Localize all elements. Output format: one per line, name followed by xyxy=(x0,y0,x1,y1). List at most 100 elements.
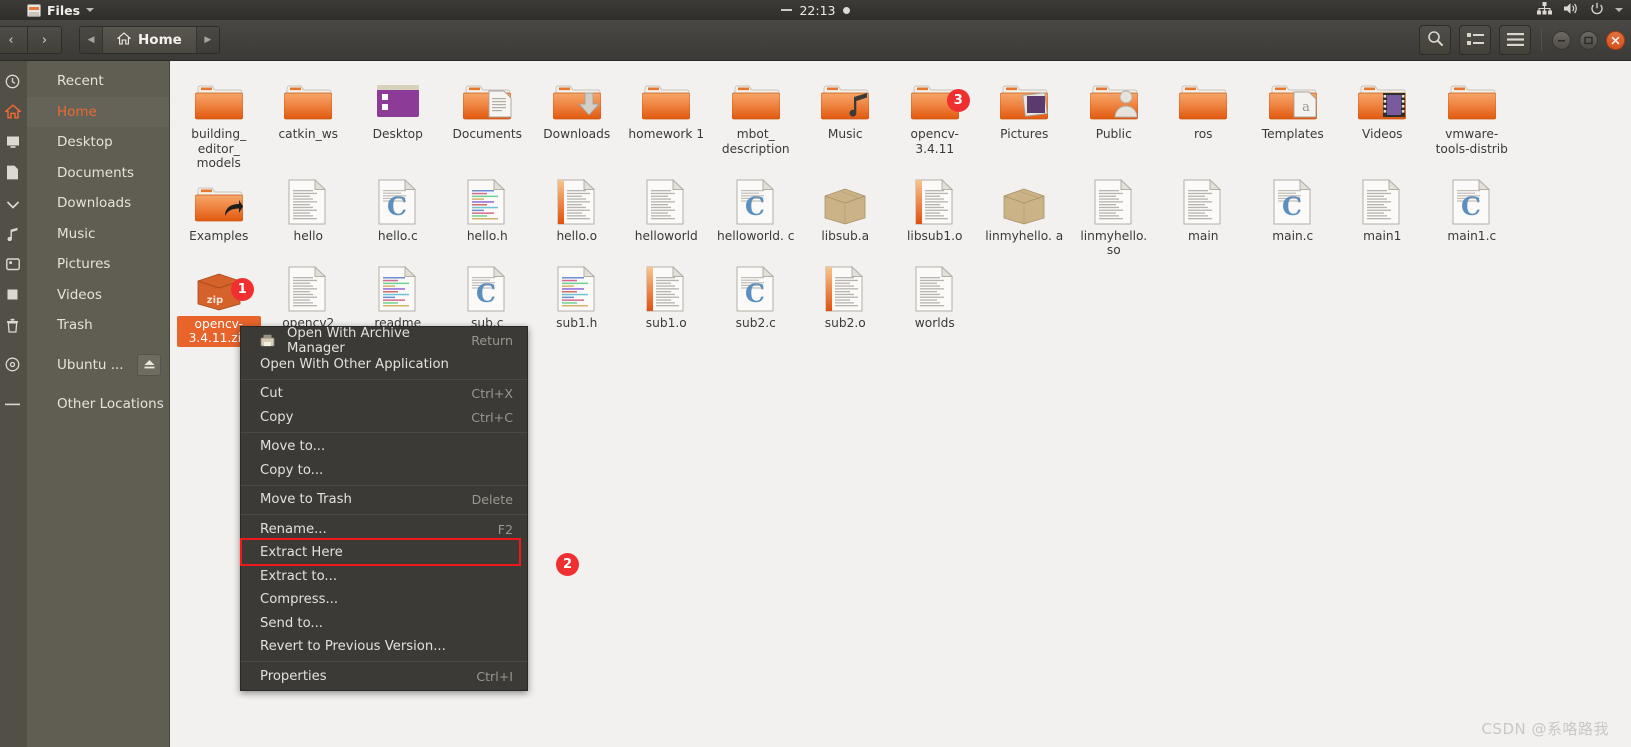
file-item[interactable]: main xyxy=(1159,171,1249,258)
file-item[interactable]: sub2.o xyxy=(801,258,891,347)
context-menu-item-open-with-other-application[interactable]: Open With Other Application xyxy=(241,353,527,377)
maximize-button[interactable] xyxy=(1579,30,1598,50)
file-item[interactable]: hello.h xyxy=(443,171,533,258)
file-item[interactable]: homework 1 xyxy=(622,69,712,171)
file-item[interactable]: linmyhello. so xyxy=(1069,171,1159,258)
panel-clock[interactable]: 22:13 xyxy=(0,3,1631,18)
file-item[interactable]: Public xyxy=(1069,69,1159,171)
sidebar-item-home[interactable]: Home xyxy=(4,97,169,128)
context-menu-item-label: Compress... xyxy=(260,592,339,608)
file-item[interactable]: Pictures xyxy=(980,69,1070,171)
file-item[interactable]: hello xyxy=(264,171,354,258)
file-item[interactable]: Csub2.c xyxy=(711,258,801,347)
power-icon[interactable] xyxy=(1590,2,1604,19)
sidebar-item-documents[interactable]: Documents xyxy=(7,158,169,189)
file-item[interactable]: linmyhello. a xyxy=(980,171,1070,258)
file-item-label: hello.h xyxy=(466,228,508,243)
file-item[interactable]: Downloads xyxy=(532,69,622,171)
context-menu-item-rename[interactable]: Rename... F2 xyxy=(241,518,527,542)
breadcrumb-next-button[interactable]: ▶ xyxy=(196,27,219,53)
disc-icon xyxy=(0,350,26,381)
file-item-label: Documents xyxy=(452,127,523,141)
context-menu-item-shortcut: Ctrl+I xyxy=(476,668,513,684)
sidebar-item-videos[interactable]: Videos xyxy=(7,280,169,311)
context-menu-item-copy-to[interactable]: Copy to... xyxy=(241,459,527,483)
context-menu-item-cut[interactable]: Cut Ctrl+X xyxy=(241,382,527,406)
file-item-label: hello.o xyxy=(556,228,598,243)
file-item[interactable]: a Templates xyxy=(1248,69,1338,171)
file-item[interactable]: libsub1.o xyxy=(890,171,980,258)
file-item[interactable]: Examples xyxy=(174,171,264,258)
context-menu-item-compress[interactable]: Compress... xyxy=(241,588,527,612)
sidebar-item-downloads[interactable]: Downloads xyxy=(6,188,169,219)
sidebar-item-desktop[interactable]: Desktop xyxy=(6,127,169,158)
trash-icon xyxy=(0,310,26,341)
file-item[interactable]: worlds xyxy=(890,258,980,347)
file-item-label: main1.c xyxy=(1447,228,1497,243)
close-button[interactable] xyxy=(1606,30,1625,50)
file-item[interactable]: sub1.o xyxy=(622,258,712,347)
sidebar-item-other-locations[interactable]: Other Locations xyxy=(5,389,169,420)
file-item-label: worlds xyxy=(914,315,955,330)
file-object-icon xyxy=(911,177,959,225)
file-item[interactable]: building_ editor_ models xyxy=(174,69,264,171)
file-item[interactable]: Chello.c xyxy=(353,171,443,258)
file-item[interactable]: Videos xyxy=(1338,69,1428,171)
file-context-menu[interactable]: Open With Archive Manager Return Open With… xyxy=(240,326,528,691)
svg-text:C: C xyxy=(745,279,765,308)
context-menu-item-copy[interactable]: Copy Ctrl+C xyxy=(241,406,527,430)
context-menu-item-shortcut: Delete xyxy=(471,492,513,508)
file-item-label: hello xyxy=(293,228,323,243)
context-menu-item-send-to[interactable]: Send to... xyxy=(241,612,527,636)
file-item[interactable]: catkin_ws xyxy=(264,69,354,171)
chevron-down-icon[interactable] xyxy=(1615,8,1623,12)
minimize-button[interactable] xyxy=(1552,30,1571,50)
file-item[interactable]: 3 opencv-3.4.11 xyxy=(890,69,980,171)
eject-button[interactable] xyxy=(137,353,161,376)
app-menu-button[interactable] xyxy=(1499,25,1531,55)
context-menu-item-move-to[interactable]: Move to... xyxy=(241,435,527,459)
file-item[interactable]: ros xyxy=(1159,69,1249,171)
context-menu-item-label: Cut xyxy=(260,386,283,402)
context-menu-item-label: Copy xyxy=(260,409,294,425)
context-menu-item-open-with-archive-manager[interactable]: Open With Archive Manager Return xyxy=(241,325,527,356)
file-item[interactable]: vmware-tools-distrib xyxy=(1427,69,1517,171)
folder-downloads-icon xyxy=(552,75,602,123)
context-menu-item-revert-to-previous-version[interactable]: Revert to Previous Version... xyxy=(241,635,527,659)
context-menu-item-move-to-trash[interactable]: Move to Trash Delete xyxy=(241,488,527,512)
file-item[interactable]: Cmain.c xyxy=(1248,171,1338,258)
file-item[interactable]: Chelloworld. c xyxy=(711,171,801,258)
file-item[interactable]: Desktop xyxy=(353,69,443,171)
music-icon xyxy=(0,219,26,250)
view-toggle-button[interactable] xyxy=(1459,25,1491,55)
file-item[interactable]: sub1.h xyxy=(532,258,622,347)
sidebar-item-music[interactable]: Music xyxy=(7,219,169,250)
search-button[interactable] xyxy=(1419,25,1451,55)
file-item[interactable]: mbot_ description xyxy=(711,69,801,171)
file-item[interactable]: Music xyxy=(801,69,891,171)
volume-icon[interactable] xyxy=(1563,2,1579,18)
breadcrumb-item-home[interactable]: Home xyxy=(102,27,197,53)
forward-button[interactable]: › xyxy=(28,26,62,54)
file-item[interactable]: main1 xyxy=(1338,171,1428,258)
sidebar-item-ubuntu[interactable]: Ubuntu ... xyxy=(5,350,169,381)
context-menu-separator xyxy=(241,378,527,380)
file-item[interactable]: hello.o xyxy=(532,171,622,258)
context-menu-item-extract-to[interactable]: Extract to... xyxy=(241,565,527,589)
context-menu-item-shortcut: Ctrl+C xyxy=(471,409,513,425)
annotation-badge-2: 2 xyxy=(556,553,579,576)
svg-text:C: C xyxy=(745,192,765,221)
breadcrumb-prev-button[interactable]: ◀ xyxy=(80,27,102,53)
sidebar-item-recent[interactable]: Recent xyxy=(5,66,169,97)
context-menu-item-properties[interactable]: Properties Ctrl+I xyxy=(241,665,527,689)
back-button[interactable]: ‹ xyxy=(0,26,28,54)
context-menu-item-extract-here[interactable]: Extract Here xyxy=(241,541,527,565)
file-item[interactable]: helloworld xyxy=(622,171,712,258)
file-item[interactable]: Cmain1.c xyxy=(1427,171,1517,258)
context-menu-item-label: Open With Archive Manager xyxy=(287,325,410,356)
sidebar-item-pictures[interactable]: Pictures xyxy=(5,249,169,280)
network-icon[interactable] xyxy=(1537,2,1552,18)
file-item[interactable]: libsub.a xyxy=(801,171,891,258)
file-item[interactable]: Documents xyxy=(443,69,533,171)
sidebar-item-trash[interactable]: Trash xyxy=(7,310,169,341)
